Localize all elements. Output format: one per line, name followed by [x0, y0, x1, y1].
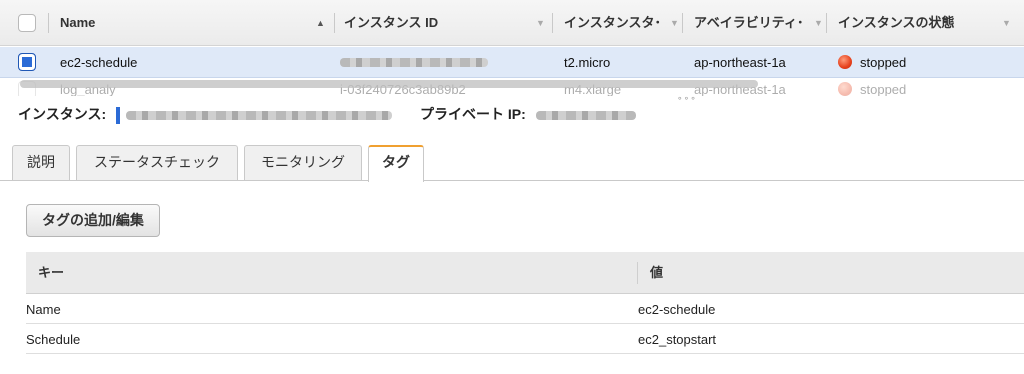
column-header-instance-id[interactable]: インスタンス ID ▼	[334, 0, 552, 46]
column-header-name[interactable]: Name ▲	[48, 0, 334, 46]
tag-key: Name	[26, 302, 61, 317]
column-header-availability-zone[interactable]: アベイラビリティ･ ▼	[682, 0, 826, 46]
sort-asc-icon: ▲	[316, 18, 325, 28]
tag-value: ec2_stopstart	[638, 332, 717, 347]
column-divider	[637, 262, 638, 284]
tab-tags[interactable]: タグ	[368, 145, 424, 182]
instance-state: stopped	[838, 47, 906, 78]
sort-icon: ▼	[536, 18, 545, 28]
stopped-status-icon	[838, 82, 852, 96]
tag-row: Name ec2-schedule	[26, 295, 1024, 324]
tag-row: Schedule ec2_stopstart	[26, 325, 1024, 354]
tab-description[interactable]: 説明	[12, 145, 70, 180]
table-row[interactable]: ec2-schedule t2.micro ap-northeast-1a st…	[0, 47, 1024, 78]
instance-type: t2.micro	[564, 55, 611, 70]
column-header-value: 値	[650, 265, 664, 280]
sort-icon: ▼	[814, 18, 823, 28]
stopped-status-icon	[838, 55, 852, 69]
redacted-instance-id	[126, 111, 392, 120]
column-header-instance-type[interactable]: インスタンスタ･ ▼	[552, 0, 682, 46]
sort-icon: ▼	[1002, 18, 1011, 28]
instance-name: ec2-schedule	[60, 55, 138, 70]
add-edit-tags-button[interactable]: タグの追加/編集	[26, 204, 160, 237]
selected-instance-marker	[116, 107, 120, 124]
instance-state: stopped	[838, 79, 906, 96]
column-header-key: キー	[38, 265, 65, 280]
column-header-instance-state[interactable]: インスタンスの状態 ▼	[826, 0, 1016, 46]
row-checkbox[interactable]	[18, 53, 36, 71]
redacted-private-ip	[536, 111, 636, 120]
instances-table: Name ▲ インスタンス ID ▼ インスタンスタ･ ▼ アベイラビリティ･ …	[0, 0, 1024, 96]
tab-status-checks[interactable]: ステータスチェック	[76, 145, 238, 180]
redacted-instance-id	[340, 58, 488, 67]
instance-label: インスタンス:	[18, 106, 107, 122]
tags-table-header: キー 値	[26, 252, 1024, 294]
horizontal-scrollbar[interactable]	[20, 80, 758, 88]
select-all-checkbox[interactable]	[18, 14, 36, 32]
tab-monitoring[interactable]: モニタリング	[244, 145, 362, 180]
private-ip-label: プライベート IP:	[420, 106, 526, 122]
details-tabs: 説明 ステータスチェック モニタリング タグ	[0, 145, 1024, 182]
tag-key: Schedule	[26, 332, 81, 347]
sort-icon: ▼	[670, 18, 679, 28]
pane-resize-handle-icon[interactable]: ∘∘∘	[677, 93, 697, 104]
instance-summary: インスタンス:	[18, 102, 106, 126]
private-ip-summary: プライベート IP:	[420, 102, 526, 126]
tag-value: ec2-schedule	[638, 302, 716, 317]
availability-zone: ap-northeast-1a	[694, 55, 786, 70]
instances-table-header: Name ▲ インスタンス ID ▼ インスタンスタ･ ▼ アベイラビリティ･ …	[0, 0, 1024, 46]
